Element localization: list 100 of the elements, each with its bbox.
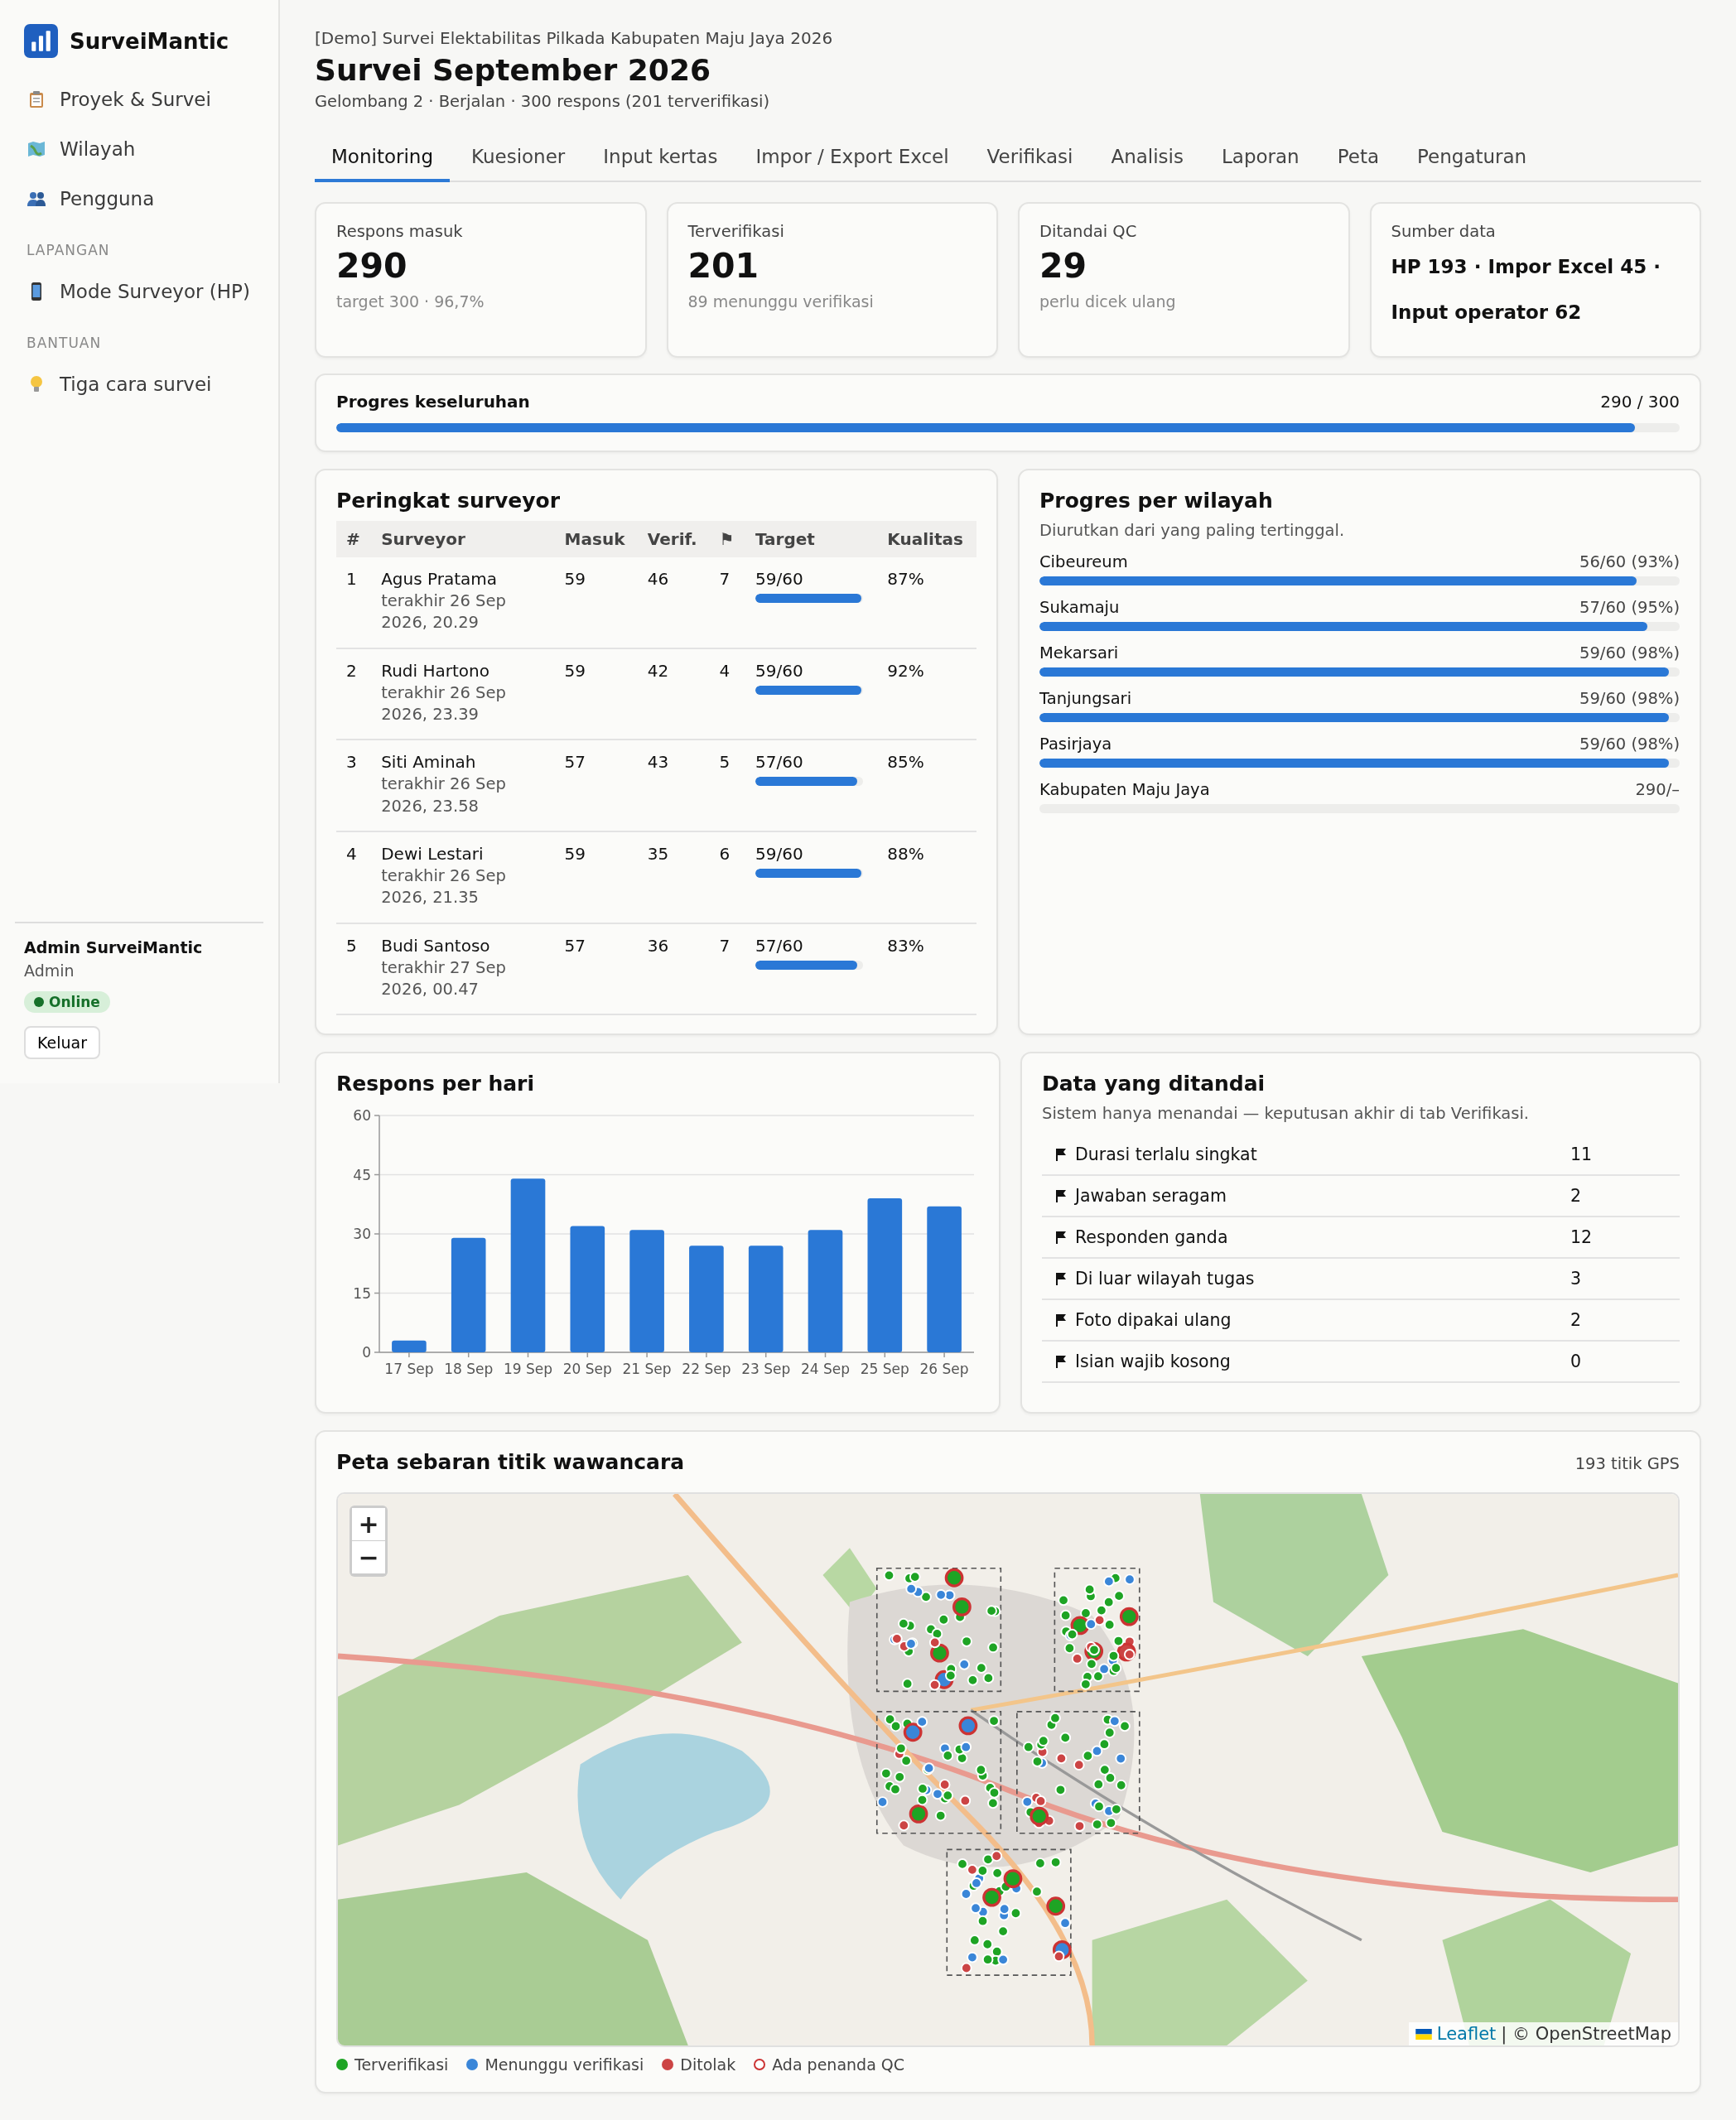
last-seen: terakhir 26 Sep 2026, 23.58 xyxy=(381,773,507,817)
x-tick-label: 20 Sep xyxy=(562,1361,612,1378)
region-name: Kabupaten Maju Jaya xyxy=(1039,780,1210,799)
status-badge: Online xyxy=(24,991,110,1013)
table-cell: 35 xyxy=(637,831,710,923)
breadcrumb: [Demo] Survei Elektabilitas Pilkada Kabupaten Maju Jaya 2026 xyxy=(315,28,834,48)
section-heading: BANTUAN xyxy=(27,335,103,351)
column-header: # xyxy=(336,521,372,557)
table-cell: 59 xyxy=(554,831,638,923)
x-tick-label: 24 Sep xyxy=(800,1361,851,1378)
region-name: Tanjungsari xyxy=(1039,689,1132,708)
table-cell: 5 xyxy=(709,740,745,831)
nav-item[interactable]: Proyek & Survei xyxy=(15,78,263,121)
chart-title: Respons per hari xyxy=(336,1072,535,1096)
last-seen: terakhir 27 Sep 2026, 00.47 xyxy=(381,956,507,1000)
column-header: Masuk xyxy=(554,521,638,557)
tab[interactable]: Analisis xyxy=(1094,134,1200,182)
table-cell: 6 xyxy=(709,831,745,923)
table-cell: 57 xyxy=(554,740,638,831)
target-reading: 59/60 xyxy=(755,660,804,681)
nav-item[interactable]: Wilayah xyxy=(15,128,263,171)
stat-label: Ditandai QC xyxy=(1039,222,1138,241)
column-header: ⚑ xyxy=(709,521,745,557)
page-title: Survei September 2026 xyxy=(315,53,711,87)
app-name: SurveiMantic xyxy=(70,28,229,54)
table-cell: 42 xyxy=(637,648,710,740)
flag-icon xyxy=(1055,1148,1067,1162)
zoom-in-button[interactable]: + xyxy=(352,1508,385,1542)
column-header: Surveyor xyxy=(371,521,555,557)
bar xyxy=(392,1340,427,1353)
y-tick-label: 30 xyxy=(353,1226,371,1243)
y-tick-label: 15 xyxy=(353,1284,371,1302)
nav-item[interactable]: Tiga cara survei xyxy=(15,363,263,406)
table-cell: 85% xyxy=(877,740,976,831)
card-title: Peta sebaran titik wawancara xyxy=(336,1450,685,1475)
stat-value: 201 xyxy=(687,246,760,286)
x-tick-label: 25 Sep xyxy=(860,1361,909,1378)
rank-cell: 1 xyxy=(336,557,372,648)
tab[interactable]: Impor / Export Excel xyxy=(739,134,966,182)
tab[interactable]: Verifikasi xyxy=(970,134,1090,182)
nav-item[interactable]: Mode Surveyor (HP) xyxy=(15,270,263,313)
y-tick-label: 60 xyxy=(353,1107,371,1125)
table-cell: 7 xyxy=(709,923,745,1015)
flag-count: 2 xyxy=(1570,1310,1583,1331)
legend-label: Terverifikasi xyxy=(354,2055,449,2074)
flag-icon xyxy=(1055,1313,1067,1327)
tab[interactable]: Laporan xyxy=(1204,134,1316,182)
target-reading: 57/60 xyxy=(755,752,804,773)
flag-icon xyxy=(1055,1189,1067,1203)
target-reading: 57/60 xyxy=(755,935,804,956)
stat-note: target 300 · 96,7% xyxy=(336,292,485,311)
user-name: Admin SurveiMantic xyxy=(24,938,203,956)
card-title: Data yang ditandai xyxy=(1042,1072,1266,1096)
tab[interactable]: Peta xyxy=(1320,134,1396,182)
x-tick-label: 21 Sep xyxy=(622,1361,672,1378)
stat-note: perlu dicek ulang xyxy=(1039,292,1177,311)
tab[interactable]: Pengaturan xyxy=(1401,134,1544,182)
table-cell: 7 xyxy=(709,557,745,648)
region-reading: 59/60 (98%) xyxy=(1579,735,1680,754)
user-role: Admin xyxy=(24,961,75,980)
logout-button[interactable]: Keluar xyxy=(24,1026,100,1059)
flag-reason: Responden ganda xyxy=(1075,1227,1229,1248)
flag-icon xyxy=(1055,1355,1067,1369)
target-reading: 59/60 xyxy=(755,843,804,864)
tab[interactable]: Kuesioner xyxy=(455,134,582,182)
progress-reading: 290 / 300 xyxy=(1600,392,1680,412)
flag-count: 0 xyxy=(1570,1352,1583,1372)
flag-reason: Foto dipakai ulang xyxy=(1075,1310,1232,1331)
x-tick-label: 17 Sep xyxy=(384,1361,434,1378)
table-cell: 4 xyxy=(709,648,745,740)
stat-value: 29 xyxy=(1039,246,1088,286)
flag-icon xyxy=(1055,1272,1067,1286)
region-reading: 57/60 (95%) xyxy=(1579,598,1680,617)
x-tick-label: 19 Sep xyxy=(503,1361,553,1378)
flag-count: 12 xyxy=(1570,1227,1594,1248)
table-cell: 36 xyxy=(637,923,710,1015)
table-cell: 88% xyxy=(877,831,976,923)
surveyor-name: Agus Pratama xyxy=(381,569,499,589)
last-seen: terakhir 26 Sep 2026, 23.39 xyxy=(381,682,507,725)
flag-count: 2 xyxy=(1570,1186,1583,1207)
map-attribution: | © OpenStreetMap xyxy=(1501,2024,1671,2045)
point-count: 193 titik GPS xyxy=(1574,1454,1680,1474)
x-tick-label: 18 Sep xyxy=(444,1361,494,1378)
region-reading: 59/60 (98%) xyxy=(1579,643,1680,662)
x-tick-label: 26 Sep xyxy=(919,1361,969,1378)
last-seen: terakhir 26 Sep 2026, 21.35 xyxy=(381,865,507,909)
surveyor-name: Dewi Lestari xyxy=(381,843,485,864)
table-cell: 87% xyxy=(877,557,976,648)
nav-item[interactable]: Pengguna xyxy=(15,177,263,220)
tab[interactable]: Monitoring xyxy=(315,134,450,182)
leaflet-link[interactable]: Leaflet xyxy=(1436,2024,1497,2045)
tab[interactable]: Input kertas xyxy=(586,134,735,182)
table-cell: 57 xyxy=(554,923,638,1015)
region-reading: 59/60 (98%) xyxy=(1579,689,1680,708)
stat-note: 89 menunggu verifikasi xyxy=(687,292,875,311)
flag-count: 11 xyxy=(1570,1144,1594,1165)
map-icon xyxy=(27,139,46,159)
card-title: Peringkat surveyor xyxy=(336,489,562,513)
flag-reason: Durasi terlalu singkat xyxy=(1075,1144,1258,1165)
card-title: Progres per wilayah xyxy=(1039,489,1274,513)
